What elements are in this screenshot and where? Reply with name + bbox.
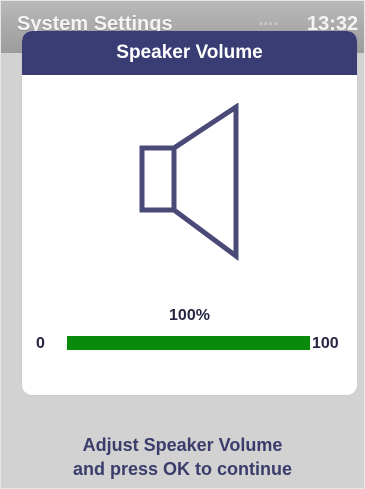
volume-max-label: 100 bbox=[312, 335, 339, 352]
signal-indicator: ▪▪▪▪ bbox=[259, 18, 279, 30]
dialog-title: Speaker Volume bbox=[116, 42, 263, 63]
volume-min-label: 0 bbox=[36, 335, 45, 352]
speaker-icon bbox=[139, 103, 239, 261]
instruction-line-2: and press OK to continue bbox=[72, 459, 293, 479]
volume-percent: 100% bbox=[169, 307, 210, 324]
dialog-header: Speaker Volume bbox=[22, 31, 357, 75]
volume-slider-fill bbox=[67, 336, 310, 350]
volume-slider[interactable] bbox=[67, 336, 310, 350]
screen: System Settings ▪▪▪▪ 13:32 Speaker Volum… bbox=[0, 0, 365, 489]
instruction-line-1: Adjust Speaker Volume bbox=[82, 435, 283, 455]
instructions: Adjust Speaker Volume and press OK to co… bbox=[1, 433, 364, 481]
speaker-volume-dialog: Speaker Volume 100% 0 100 bbox=[22, 31, 357, 395]
